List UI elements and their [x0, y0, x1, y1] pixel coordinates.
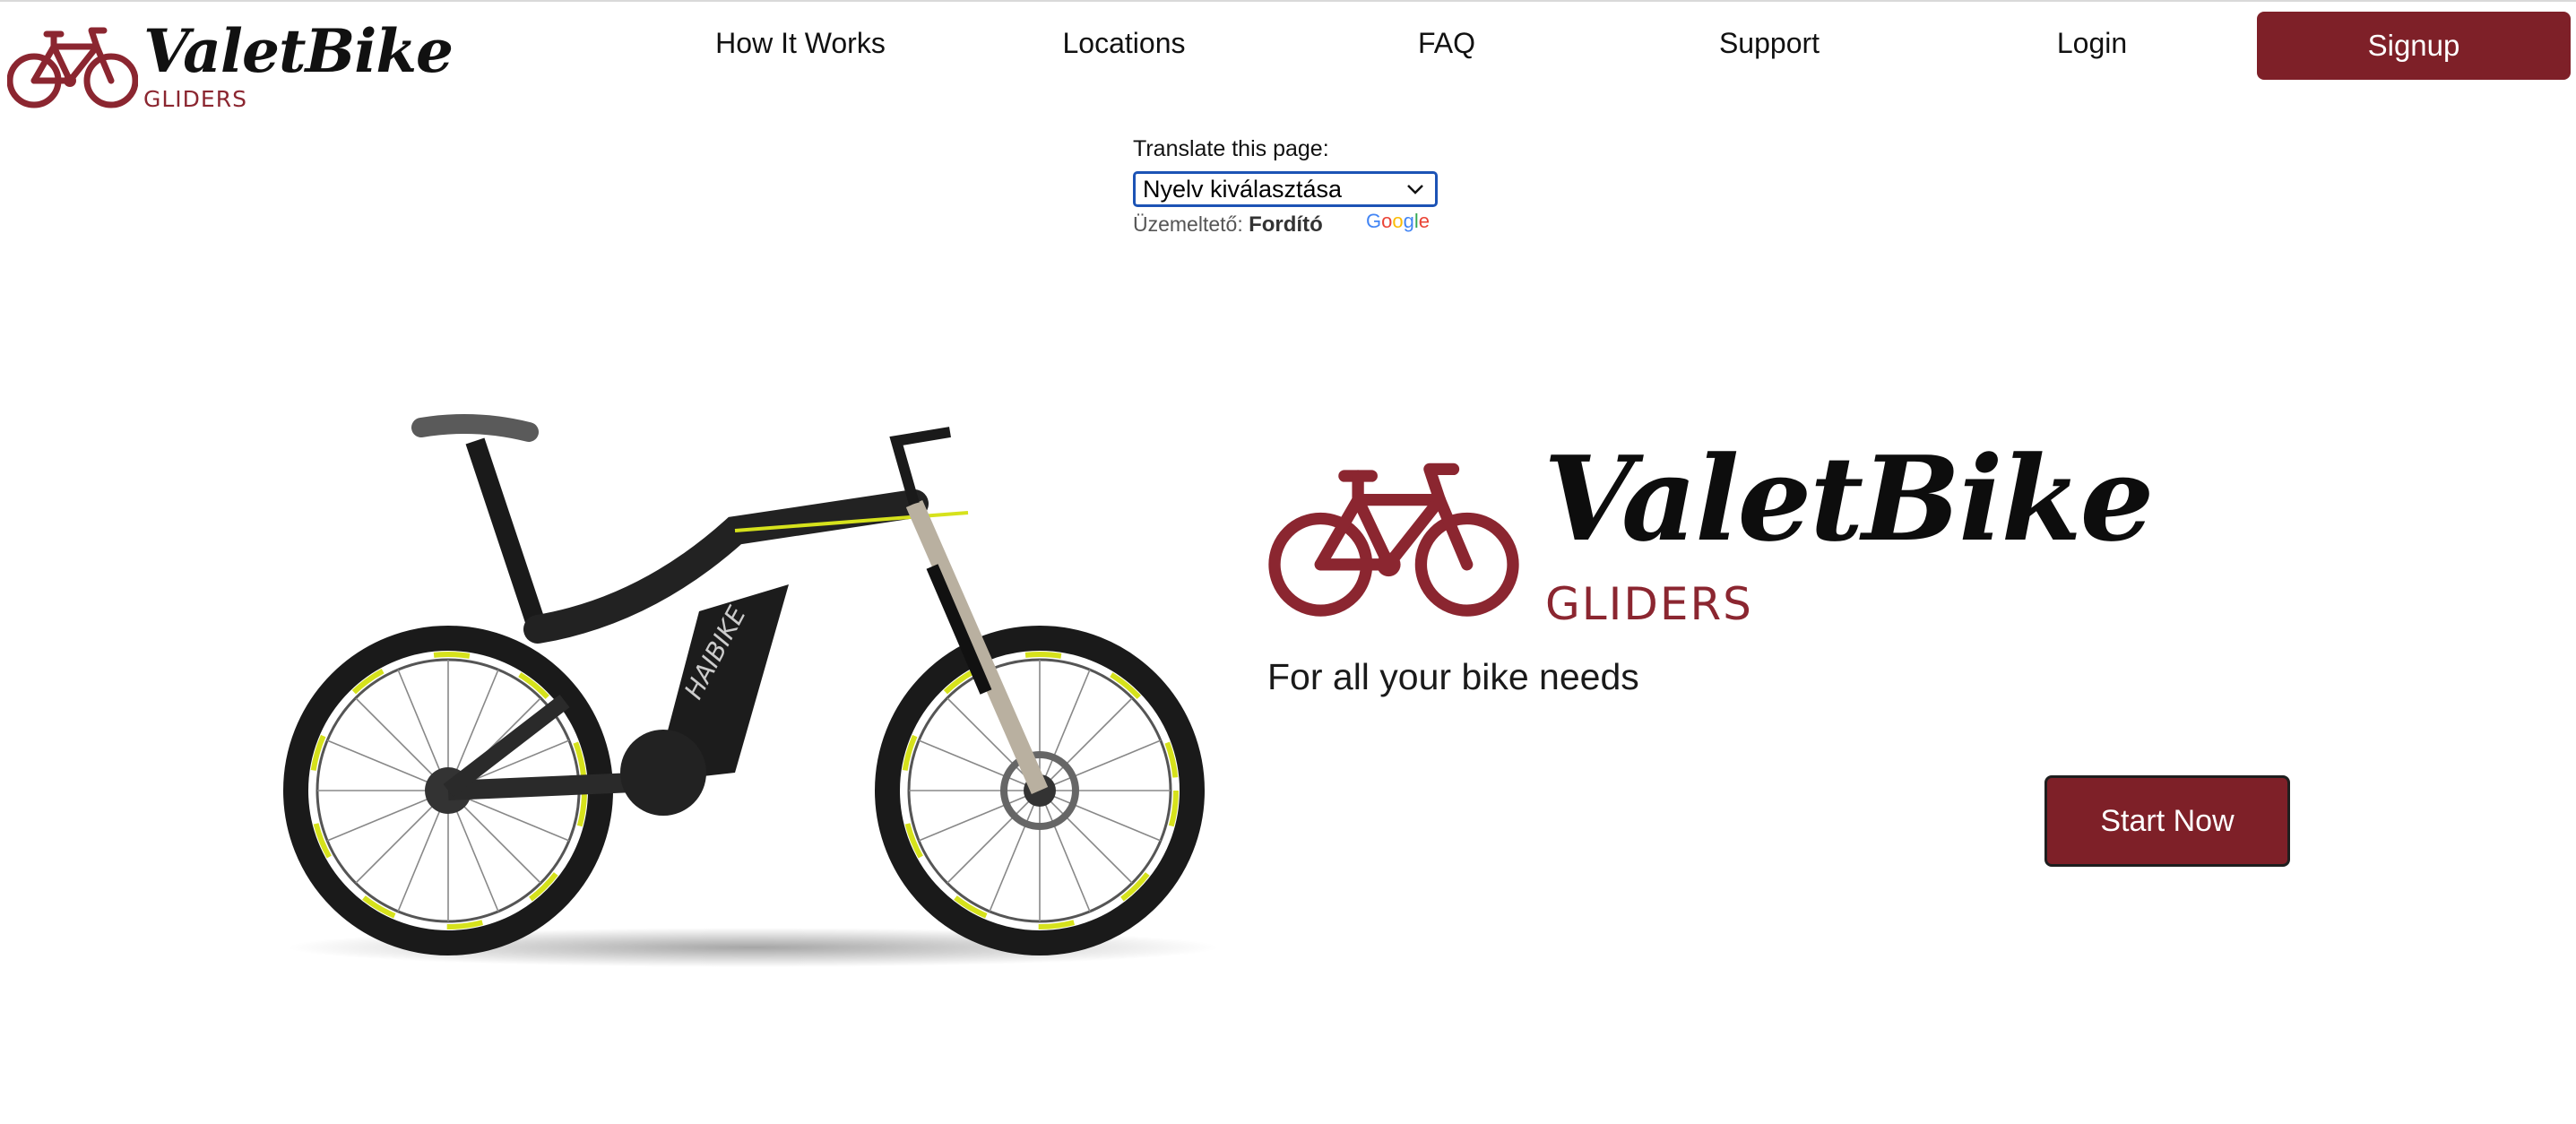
hero-brand-name: ValetBike [1543, 430, 2154, 567]
chevron-down-icon [1407, 185, 1423, 195]
start-now-button[interactable]: Start Now [2044, 775, 2290, 867]
hero-tagline: For all your bike needs [1267, 656, 1639, 697]
nav-how-it-works[interactable]: How It Works [684, 27, 917, 60]
translate-label: Translate this page: [1133, 136, 1329, 161]
nav-faq[interactable]: FAQ [1330, 27, 1563, 60]
bicycle-icon [1268, 463, 1519, 617]
ebike-image: HAIBIKE [283, 414, 1219, 967]
brand-name: ValetBike [143, 16, 454, 86]
powered-prefix: Üzemeltető: [1133, 212, 1243, 236]
bike-frame: HAIBIKE [411, 414, 1049, 816]
brand-subtitle: GLIDERS [143, 86, 247, 112]
hero-brand-subtitle: GLIDERS [1545, 578, 1753, 630]
signup-button[interactable]: Signup [2257, 12, 2571, 80]
google-logo: Google [1366, 210, 1431, 232]
language-select[interactable]: Nyelv kiválasztása [1133, 171, 1438, 207]
nav-locations[interactable]: Locations [1007, 27, 1240, 60]
translator-link[interactable]: Fordító [1249, 212, 1323, 237]
page: ValetBike GLIDERS How It Works Locations… [0, 0, 2576, 1124]
powered-by: Üzemeltető: Fordító [1133, 212, 1323, 238]
language-select-value: Nyelv kiválasztása [1143, 176, 1343, 203]
nav-login[interactable]: Login [1975, 27, 2209, 60]
header-logo[interactable]: ValetBike GLIDERS [7, 16, 454, 117]
bicycle-icon [7, 27, 138, 108]
nav-support[interactable]: Support [1653, 27, 1886, 60]
